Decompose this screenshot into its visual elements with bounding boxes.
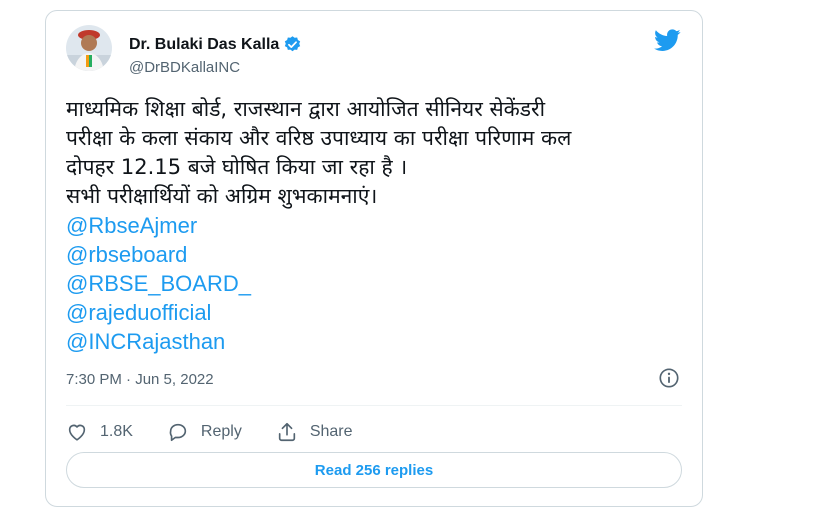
mention-link[interactable]: @rajeduofficial bbox=[66, 298, 691, 327]
read-replies-button[interactable]: Read 256 replies bbox=[66, 452, 682, 488]
tweet-timestamp[interactable]: 7:30 PM · Jun 5, 2022 bbox=[66, 371, 214, 388]
mention-link[interactable]: @INCRajasthan bbox=[66, 327, 691, 356]
tweet-text-line: परीक्षा के कला संकाय और वरिष्ठ उपाध्याय … bbox=[66, 126, 572, 150]
reply-label: Reply bbox=[200, 423, 242, 440]
tweet-text-line: सभी परीक्षार्थियों को अग्रिम शुभकामनाएं। bbox=[66, 184, 378, 208]
author-name-text: Dr. Bulaki Das Kalla bbox=[129, 35, 280, 53]
tweet-text: माध्यमिक शिक्षा बोर्ड, राजस्थान द्वारा आ… bbox=[66, 95, 691, 356]
twitter-bird-icon[interactable] bbox=[654, 29, 681, 52]
reply-icon bbox=[169, 423, 187, 442]
tweet-card: Dr. Bulaki Das Kalla @DrBDKallaINC माध्य… bbox=[45, 10, 703, 507]
mention-link[interactable]: @RBSE_BOARD_ bbox=[66, 269, 691, 298]
share-label: Share bbox=[309, 423, 353, 440]
like-count: 1.8K bbox=[100, 423, 133, 440]
divider bbox=[66, 405, 682, 406]
tweet-actions: 1.8K Reply Share bbox=[66, 415, 387, 449]
tweet-text-line: दोपहर 12.15 बजे घोषित किया जा रहा है । bbox=[66, 155, 408, 179]
mention-link[interactable]: @rbseboard bbox=[66, 240, 691, 269]
tweet-text-line: माध्यमिक शिक्षा बोर्ड, राजस्थान द्वारा आ… bbox=[66, 97, 546, 121]
reply-button[interactable]: Reply bbox=[167, 421, 242, 443]
verified-badge-icon bbox=[285, 36, 301, 52]
author-display-name[interactable]: Dr. Bulaki Das Kalla bbox=[129, 35, 302, 54]
share-icon bbox=[278, 422, 295, 442]
mention-link[interactable]: @RbseAjmer bbox=[66, 211, 691, 240]
author-avatar[interactable] bbox=[66, 25, 112, 71]
like-button[interactable]: 1.8K bbox=[66, 421, 133, 443]
author-handle[interactable]: @DrBDKallaINC bbox=[129, 59, 240, 76]
info-icon[interactable] bbox=[658, 367, 680, 389]
heart-icon bbox=[68, 424, 86, 441]
share-button[interactable]: Share bbox=[276, 421, 353, 443]
